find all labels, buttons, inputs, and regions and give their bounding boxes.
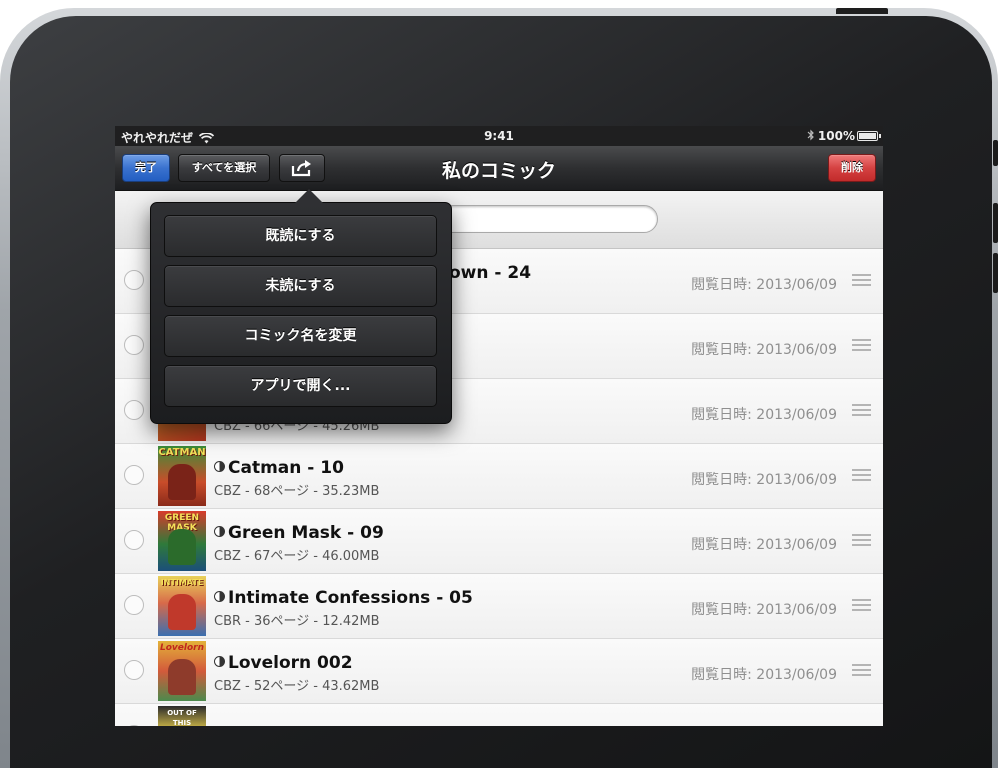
comic-meta: CBZ - 52ページ - 43.62MB bbox=[214, 679, 380, 694]
battery-percentage: 100% bbox=[817, 129, 855, 143]
reorder-icon[interactable] bbox=[852, 469, 871, 483]
bluetooth-icon bbox=[807, 129, 814, 141]
comic-title: own - 24 bbox=[449, 263, 531, 283]
comic-title: Catman - 10 bbox=[214, 458, 344, 478]
half-read-icon bbox=[214, 591, 225, 602]
reorder-icon[interactable] bbox=[852, 534, 871, 548]
read-date: 閲覧日時: 2013/06/09 bbox=[691, 407, 837, 423]
action-popover: 既読にする 未読にする コミック名を変更 アプリで開く... bbox=[150, 202, 452, 424]
cover-thumbnail: Lovelorn bbox=[158, 641, 206, 701]
read-date: 閲覧日時: 2013/06/09 bbox=[691, 602, 837, 618]
comic-title: Green Mask - 09 bbox=[214, 523, 384, 543]
selection-radio[interactable] bbox=[124, 595, 144, 615]
cover-title: CATMAN bbox=[158, 447, 206, 458]
reorder-icon[interactable] bbox=[852, 404, 871, 418]
mark-as-read-button[interactable]: 既読にする bbox=[164, 215, 437, 257]
list-item[interactable]: INTIMATE Intimate Confessions - 05 CBR -… bbox=[115, 574, 883, 639]
comic-title-text: Lovelorn 002 bbox=[228, 653, 353, 673]
comic-meta: CBZ - 67ページ - 46.00MB bbox=[214, 549, 380, 564]
open-in-app-button[interactable]: アプリで開く... bbox=[164, 365, 437, 407]
reorder-icon[interactable] bbox=[852, 274, 871, 288]
selection-radio[interactable] bbox=[124, 270, 144, 290]
half-read-icon bbox=[214, 526, 225, 537]
status-bar: やれやれだぜ 9:41 100% bbox=[115, 126, 883, 146]
selection-radio[interactable] bbox=[124, 465, 144, 485]
selection-radio[interactable] bbox=[124, 530, 144, 550]
list-item[interactable]: Lovelorn Lovelorn 002 CBZ - 52ページ - 43.6… bbox=[115, 639, 883, 704]
power-button bbox=[836, 8, 888, 14]
half-read-icon bbox=[214, 461, 225, 472]
cover-title: OUT OF THIS WORLD bbox=[167, 709, 197, 726]
popover-arrow bbox=[295, 189, 323, 203]
reorder-icon[interactable] bbox=[852, 664, 871, 678]
volume-down-button bbox=[993, 253, 998, 293]
selection-radio[interactable] bbox=[124, 400, 144, 420]
navigation-bar: 完了 すべてを選択 私のコミック 削除 bbox=[115, 146, 883, 191]
comic-title: Lovelorn 002 bbox=[214, 653, 353, 673]
list-item[interactable]: CATMAN Catman - 10 CBZ - 68ページ - 35.23MB… bbox=[115, 444, 883, 509]
comic-title: Intimate Confessions - 05 bbox=[214, 588, 473, 608]
volume-up-button bbox=[993, 203, 998, 243]
list-item[interactable]: OUT OF THIS WORLD bbox=[115, 704, 883, 726]
selection-radio[interactable] bbox=[124, 335, 144, 355]
read-date: 閲覧日時: 2013/06/09 bbox=[691, 277, 837, 293]
selection-radio[interactable] bbox=[124, 660, 144, 680]
comic-meta: CBR - 36ページ - 12.42MB bbox=[214, 614, 380, 629]
read-date: 閲覧日時: 2013/06/09 bbox=[691, 537, 837, 553]
battery-icon bbox=[857, 131, 881, 141]
reorder-icon[interactable] bbox=[852, 599, 871, 613]
delete-button[interactable]: 削除 bbox=[828, 154, 876, 182]
rename-comic-button[interactable]: コミック名を変更 bbox=[164, 315, 437, 357]
comic-title-text: own - 24 bbox=[449, 263, 532, 283]
read-date: 閲覧日時: 2013/06/09 bbox=[691, 667, 837, 683]
comic-title-text: Green Mask - 09 bbox=[228, 523, 384, 543]
half-read-icon bbox=[214, 656, 225, 667]
comic-meta: CBZ - 68ページ - 35.23MB bbox=[214, 484, 380, 499]
page-title: 私のコミック bbox=[441, 160, 556, 182]
list-item[interactable]: GREEN MASK Green Mask - 09 CBZ - 67ページ -… bbox=[115, 509, 883, 574]
comic-title-text: Intimate Confessions - 05 bbox=[228, 588, 473, 608]
cover-title: INTIMATE bbox=[160, 578, 204, 587]
cover-thumbnail: GREEN MASK bbox=[158, 511, 206, 571]
reorder-icon[interactable] bbox=[852, 339, 871, 353]
status-time: 9:41 bbox=[484, 129, 514, 143]
cover-title: Lovelorn bbox=[159, 643, 204, 653]
read-date: 閲覧日時: 2013/06/09 bbox=[691, 342, 837, 358]
mute-switch bbox=[993, 140, 998, 166]
cover-thumbnail: CATMAN bbox=[158, 446, 206, 506]
selection-radio[interactable] bbox=[124, 725, 144, 726]
cover-thumbnail: OUT OF THIS WORLD bbox=[158, 706, 206, 726]
comic-title-text: Catman - 10 bbox=[228, 458, 344, 478]
cover-thumbnail: INTIMATE bbox=[158, 576, 206, 636]
read-date: 閲覧日時: 2013/06/09 bbox=[691, 472, 837, 488]
mark-as-unread-button[interactable]: 未読にする bbox=[164, 265, 437, 307]
